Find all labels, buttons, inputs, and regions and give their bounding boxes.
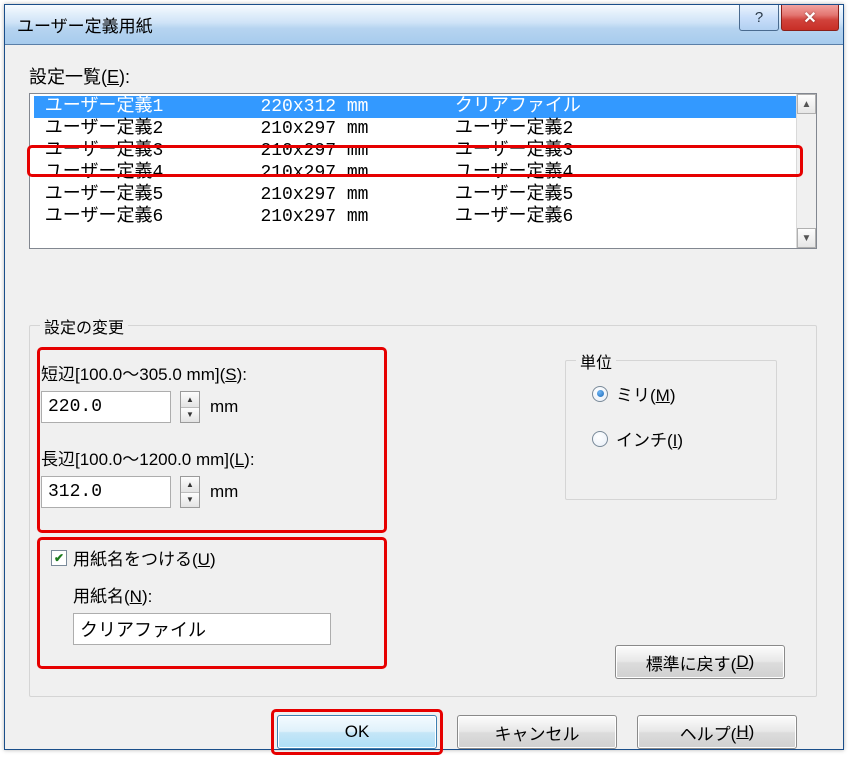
list-row[interactable]: ユーザー定義1 220x312 mm クリアファイル: [34, 96, 796, 118]
unit-inch-label: インチ(I): [616, 426, 683, 451]
scroll-down-icon[interactable]: ▼: [797, 228, 816, 248]
short-edge-unit: mm: [210, 397, 238, 417]
long-edge-spinner[interactable]: ▲ ▼: [180, 476, 200, 508]
dialog-buttons: OK キャンセル ヘルプ(H): [277, 715, 797, 749]
ok-button[interactable]: OK: [277, 715, 437, 749]
close-icon: ✕: [803, 8, 816, 28]
close-button[interactable]: ✕: [781, 5, 839, 31]
papername-checkbox-label: 用紙名をつける(U): [73, 545, 216, 570]
unit-mm-label: ミリ(M): [616, 381, 676, 406]
short-edge-label: 短辺[100.0～305.0 mm](S):: [41, 360, 381, 385]
papername-label: 用紙名(N):: [73, 582, 381, 607]
list-row[interactable]: ユーザー定義2 210x297 mm ユーザー定義2: [34, 118, 796, 140]
list-row[interactable]: ユーザー定義5 210x297 mm ユーザー定義5: [34, 184, 796, 206]
question-icon: ?: [755, 9, 763, 26]
short-edge-row: ▲ ▼ mm: [41, 391, 381, 423]
unit-mm-row[interactable]: ミリ(M): [592, 381, 776, 406]
window-title: ユーザー定義用紙: [17, 12, 739, 37]
long-edge-unit: mm: [210, 482, 238, 502]
long-edge-row: ▲ ▼ mm: [41, 476, 381, 508]
list-scrollbar[interactable]: ▲ ▼: [796, 94, 816, 248]
long-edge-label: 長辺[100.0～1200.0 mm](L):: [41, 445, 381, 470]
unit-group: 単位 ミリ(M) インチ(I): [565, 360, 777, 500]
spin-down-icon[interactable]: ▼: [181, 493, 199, 508]
papername-input[interactable]: [73, 613, 331, 645]
scroll-up-icon[interactable]: ▲: [797, 94, 816, 114]
client-area: 設定一覧(E): ユーザー定義1 220x312 mm クリアファイル ユーザー…: [5, 45, 843, 749]
short-edge-input[interactable]: [41, 391, 171, 423]
unit-legend: 単位: [576, 349, 616, 373]
size-inputs: 短辺[100.0～305.0 mm](S): ▲ ▼ mm 長辺[100.0～1…: [41, 360, 381, 508]
unit-inch-radio[interactable]: [592, 431, 608, 447]
unit-inch-row[interactable]: インチ(I): [592, 426, 776, 451]
long-edge-input[interactable]: [41, 476, 171, 508]
titlebar-buttons: ? ✕: [739, 5, 843, 44]
list-row[interactable]: ユーザー定義6 210x297 mm ユーザー定義6: [34, 206, 796, 228]
spin-up-icon[interactable]: ▲: [181, 477, 199, 493]
help-button[interactable]: ?: [739, 5, 779, 31]
titlebar: ユーザー定義用紙 ? ✕: [5, 5, 843, 45]
cancel-button[interactable]: キャンセル: [457, 715, 617, 749]
papername-block: ✔ 用紙名をつける(U) 用紙名(N):: [51, 545, 381, 645]
settings-listbox-view[interactable]: ユーザー定義1 220x312 mm クリアファイル ユーザー定義2 210x2…: [30, 94, 796, 248]
papername-checkbox-row[interactable]: ✔ 用紙名をつける(U): [51, 545, 381, 570]
list-row[interactable]: ユーザー定義3 210x297 mm ユーザー定義3: [34, 140, 796, 162]
dialog-window: ユーザー定義用紙 ? ✕ 設定一覧(E): ユーザー定義1 220x312 mm…: [4, 4, 844, 750]
unit-mm-radio[interactable]: [592, 386, 608, 402]
settings-listbox[interactable]: ユーザー定義1 220x312 mm クリアファイル ユーザー定義2 210x2…: [29, 93, 817, 249]
help-button-bottom[interactable]: ヘルプ(H): [637, 715, 797, 749]
list-row[interactable]: ユーザー定義4 210x297 mm ユーザー定義4: [34, 162, 796, 184]
spin-down-icon[interactable]: ▼: [181, 408, 199, 423]
settings-change-legend: 設定の変更: [40, 314, 128, 338]
settings-list-label: 設定一覧(E):: [29, 63, 819, 89]
short-edge-spinner[interactable]: ▲ ▼: [180, 391, 200, 423]
spin-up-icon[interactable]: ▲: [181, 392, 199, 408]
radio-dot-icon: [597, 390, 604, 397]
reset-button[interactable]: 標準に戻す(D): [615, 645, 785, 679]
long-edge-block: 長辺[100.0～1200.0 mm](L): ▲ ▼ mm: [41, 445, 381, 508]
check-icon: ✔: [54, 551, 64, 565]
papername-checkbox[interactable]: ✔: [51, 550, 67, 566]
